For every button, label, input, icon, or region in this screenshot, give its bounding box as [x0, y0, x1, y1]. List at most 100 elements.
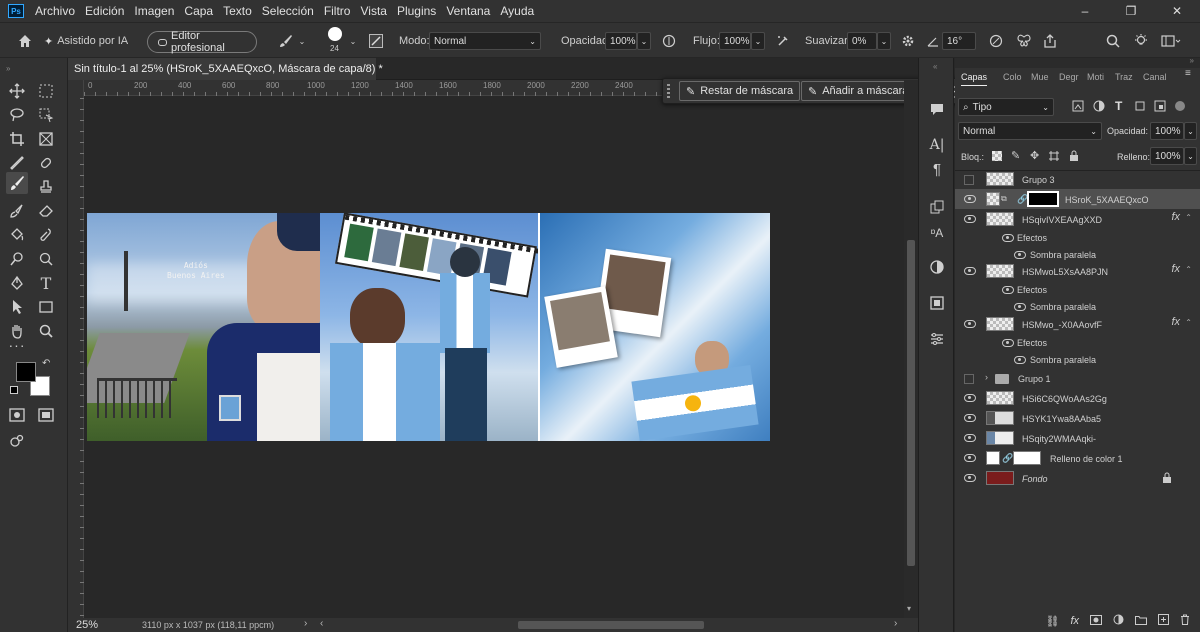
tab-swatches[interactable]: Mue [1031, 68, 1049, 86]
eraser-tool-icon[interactable] [35, 200, 57, 222]
menu-imagen[interactable]: Imagen [129, 0, 179, 22]
effect-row[interactable]: Sombra paralela [955, 297, 1200, 315]
flow-dropdown[interactable]: ⌄ [751, 32, 765, 50]
lock-image-icon[interactable]: ✎ [1011, 149, 1020, 162]
layer-opacity-input[interactable]: 100% [1150, 122, 1184, 140]
tab-color[interactable]: Colo [1003, 68, 1022, 86]
dodge-tool-icon[interactable] [6, 248, 28, 270]
link-layers-icon[interactable]: ⛓ [1045, 615, 1059, 628]
fill-input[interactable]: 100% [1150, 147, 1184, 165]
pressure-opacity-icon[interactable] [659, 23, 679, 59]
comments-icon[interactable] [926, 98, 948, 120]
lasso-tool-icon[interactable] [6, 104, 28, 126]
menu-vista[interactable]: Vista [355, 0, 391, 22]
workspace-icon[interactable] [1158, 23, 1184, 59]
quick-mask-icon[interactable] [6, 404, 28, 426]
layer-mask-thumbnail[interactable] [1027, 191, 1059, 207]
new-group-icon[interactable] [1135, 615, 1147, 628]
menu-seleccion[interactable]: Selección [257, 0, 319, 22]
add-mask-icon[interactable] [1090, 614, 1102, 628]
fx-icon[interactable]: fx [1171, 316, 1180, 328]
layer-row[interactable]: HSMwo_-X0AAovfF fx ⌃ [955, 314, 1200, 334]
brush-size-chevron-icon[interactable]: ⌄ [347, 23, 359, 59]
eye-icon[interactable] [1002, 286, 1014, 294]
scroll-left-icon[interactable]: ‹ [320, 618, 323, 629]
eye-icon[interactable] [1014, 251, 1026, 259]
close-button[interactable]: ✕ [1154, 0, 1200, 22]
chevron-right-icon[interactable]: › [985, 372, 988, 382]
swap-colors-icon[interactable]: ↶ [42, 358, 50, 369]
visibility-off-icon[interactable] [964, 374, 974, 384]
layer-row[interactable]: HSYK1Ywa8AAba5 [955, 408, 1200, 428]
edit-toolbar-icon[interactable] [6, 430, 28, 452]
filter-type-icon[interactable]: T [1115, 99, 1122, 113]
search-icon[interactable] [1103, 23, 1123, 59]
gear-icon[interactable] [898, 23, 918, 59]
brush-tool-icon[interactable] [276, 23, 296, 59]
fx-icon[interactable]: fx [1171, 263, 1180, 275]
menu-plugins[interactable]: Plugins [392, 0, 441, 22]
status-menu-chevron-icon[interactable]: › [304, 618, 307, 629]
clone-stamp-tool-icon[interactable] [35, 176, 57, 198]
smudge-tool-icon[interactable] [35, 224, 57, 246]
paint-bucket-tool-icon[interactable] [6, 224, 28, 246]
new-adjustment-icon[interactable] [1113, 614, 1124, 628]
airbrush-icon[interactable] [773, 23, 793, 59]
eye-icon[interactable] [1014, 303, 1026, 311]
glyphs-icon[interactable]: ᶛA [926, 222, 948, 244]
menu-edicion[interactable]: Edición [80, 0, 129, 22]
eye-icon[interactable] [1002, 234, 1014, 242]
minimize-button[interactable]: – [1062, 0, 1108, 22]
chevron-up-icon[interactable]: ⌃ [1185, 213, 1192, 222]
brush-preview-icon[interactable] [328, 27, 342, 41]
smoothing-dropdown[interactable]: ⌄ [877, 32, 891, 50]
layer-row[interactable]: Grupo 3 [955, 169, 1200, 189]
default-colors-icon[interactable] [10, 386, 18, 394]
frame-tool-icon[interactable] [35, 128, 57, 150]
lock-transparent-icon[interactable] [992, 151, 1002, 161]
properties-icon[interactable] [926, 328, 948, 350]
tab-patterns[interactable]: Moti [1087, 68, 1104, 86]
scroll-down-icon[interactable]: ▾ [907, 604, 911, 613]
layer-opacity-dropdown[interactable]: ⌄ [1184, 122, 1197, 140]
tab-channels[interactable]: Canal [1143, 68, 1167, 86]
smoothing-input[interactable]: 0% [847, 32, 877, 50]
menu-capa[interactable]: Capa [179, 0, 218, 22]
zoom-tool-icon[interactable] [35, 320, 57, 342]
zoom-brush-tool-icon[interactable] [35, 248, 57, 270]
eye-icon[interactable] [964, 414, 976, 422]
eye-icon[interactable] [964, 454, 976, 462]
ai-assist-toggle[interactable]: ✦ Asistido por IA [44, 23, 142, 59]
document-canvas[interactable]: Adiós Buenos Aires [87, 213, 770, 441]
layer-row[interactable]: Fondo [955, 468, 1200, 488]
flow-input[interactable]: 100% [719, 32, 751, 50]
pro-editor-button[interactable]: Editor profesional [147, 30, 257, 54]
effects-row[interactable]: Efectos [955, 334, 1200, 350]
foreground-color-swatch[interactable] [16, 362, 36, 382]
document-tab[interactable]: Sin título-1 al 25% (HSroK_5XAAEQxcO, Má… [68, 58, 383, 80]
eye-icon[interactable] [964, 474, 976, 482]
history-brush-tool-icon[interactable] [6, 200, 28, 222]
vertical-scrollbar[interactable]: ▾ [904, 80, 918, 618]
menu-filtro[interactable]: Filtro [319, 0, 356, 22]
visibility-off-icon[interactable] [964, 175, 974, 185]
object-select-tool-icon[interactable] [35, 104, 57, 126]
trash-icon[interactable] [1180, 614, 1190, 628]
layer-filter-select[interactable]: ⌕ Tipo ⌄ [958, 98, 1054, 116]
photoshop-logo-icon[interactable]: Ps [8, 4, 24, 18]
lock-position-icon[interactable]: ✥ [1030, 149, 1039, 162]
crop-tool-icon[interactable] [6, 128, 28, 150]
eye-icon[interactable] [964, 320, 976, 328]
layer-row[interactable]: 🔗 Relleno de color 1 [955, 448, 1200, 468]
lock-artboard-icon[interactable] [1048, 150, 1060, 162]
link-icon[interactable]: 🔗 [1002, 453, 1013, 464]
eye-icon[interactable] [964, 267, 976, 275]
layer-row[interactable]: HSqivIVXEAAgXXD fx ⌃ [955, 209, 1200, 229]
chevron-up-icon[interactable]: ⌃ [1185, 318, 1192, 327]
eye-icon[interactable] [964, 394, 976, 402]
clone-source-icon[interactable] [926, 196, 948, 218]
lightbulb-icon[interactable] [1131, 23, 1151, 59]
screen-mode-icon[interactable] [35, 404, 57, 426]
fx-icon[interactable]: fx [1171, 211, 1180, 223]
menu-texto[interactable]: Texto [218, 0, 257, 22]
